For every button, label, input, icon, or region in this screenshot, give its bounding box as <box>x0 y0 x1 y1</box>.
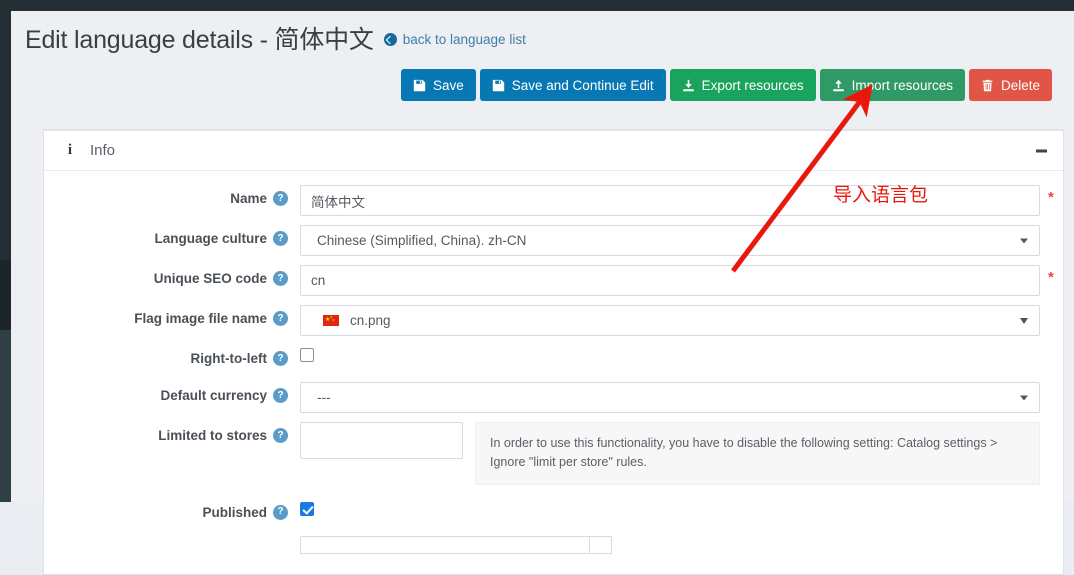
save-and-continue-edit-button-label: Save and Continue Edit <box>511 77 654 93</box>
chevron-down-icon <box>1020 238 1028 243</box>
help-icon[interactable]: ? <box>273 191 288 206</box>
help-icon[interactable]: ? <box>273 428 288 443</box>
field-label-right-to-left: Right-to-left <box>190 351 267 366</box>
info-panel-title: Info <box>90 142 116 159</box>
floppy-disk-icon <box>413 79 426 92</box>
control-cell: ★ ★ ★ cn.png <box>300 305 1070 336</box>
floppy-disk-icon <box>492 79 505 92</box>
trash-icon <box>981 79 994 92</box>
chevron-down-icon <box>1020 395 1028 400</box>
control-cell: Chinese (Simplified, China). zh-CN <box>300 225 1070 256</box>
sidebar-segment-bottom <box>0 330 11 502</box>
right-to-left-checkbox[interactable] <box>300 348 314 362</box>
partial-input-group <box>300 535 1033 554</box>
save-and-continue-edit-button[interactable]: Save and Continue Edit <box>479 69 666 101</box>
limited-to-stores-note: In order to use this functionality, you … <box>475 422 1040 485</box>
left-sidebar <box>0 11 11 502</box>
main-content: Edit language details - 简体中文 back to lan… <box>11 11 1074 575</box>
field-label-limited-to-stores: Limited to stores <box>158 428 267 443</box>
form-row-limited-to-stores: Limited to stores ? In order to use this… <box>44 422 1063 485</box>
label-cell <box>44 536 300 542</box>
flag-value-wrap: ★ ★ ★ cn.png <box>317 313 391 328</box>
info-panel: i Info Name ? 简体中文 * Language culture ? … <box>43 129 1064 575</box>
help-icon[interactable]: ? <box>273 271 288 286</box>
field-label-name: Name <box>230 191 267 206</box>
top-navbar <box>0 0 1074 11</box>
partial-input-button[interactable] <box>590 535 612 554</box>
field-label-default-currency: Default currency <box>160 388 267 403</box>
action-toolbar: Save Save and Continue Edit Export resou… <box>400 69 1052 101</box>
field-label-published: Published <box>202 504 267 520</box>
control-cell: 简体中文 * <box>300 185 1070 216</box>
info-icon: i <box>67 142 73 158</box>
limited-to-stores-wrap: In order to use this functionality, you … <box>300 422 1040 485</box>
circle-arrow-left-icon <box>383 33 397 46</box>
china-flag-icon: ★ ★ ★ <box>323 315 339 326</box>
save-button-label: Save <box>432 77 464 93</box>
label-cell: Name ? <box>44 185 300 206</box>
form-row-flag-image-file-name: Flag image file name ? ★ ★ ★ cn.png <box>44 305 1063 336</box>
minus-icon[interactable] <box>1036 149 1047 152</box>
field-label-language-culture: Language culture <box>154 231 267 246</box>
required-marker: * <box>1048 189 1054 206</box>
form-row-language-culture: Language culture ? Chinese (Simplified, … <box>44 225 1063 256</box>
page-header: Edit language details - 简体中文 back to lan… <box>22 20 1062 115</box>
download-icon <box>682 79 695 92</box>
language-details-form: Name ? 简体中文 * Language culture ? Chinese… <box>44 171 1063 574</box>
control-cell <box>300 499 1063 516</box>
field-label-flag-image-file-name: Flag image file name <box>134 311 267 326</box>
published-checkbox[interactable] <box>300 501 314 516</box>
chevron-down-icon <box>1020 317 1028 324</box>
label-cell: Right-to-left ? <box>44 345 300 366</box>
back-link-label: back to language list <box>402 32 526 47</box>
flag-image-file-name-value: cn.png <box>350 313 391 328</box>
upload-icon <box>832 79 845 92</box>
form-row-name: Name ? 简体中文 * <box>44 185 1063 216</box>
import-resources-button[interactable]: Import resources <box>819 69 965 101</box>
required-marker: * <box>1048 269 1054 286</box>
label-cell: Limited to stores ? <box>44 422 300 443</box>
form-row-partial <box>44 535 1063 564</box>
language-culture-value: Chinese (Simplified, China). zh-CN <box>317 233 527 248</box>
help-icon[interactable]: ? <box>273 311 288 326</box>
name-input[interactable]: 简体中文 <box>300 185 1040 216</box>
info-panel-header[interactable]: i Info <box>44 131 1063 171</box>
control-cell: --- <box>300 382 1070 413</box>
field-label-unique-seo-code: Unique SEO code <box>153 271 267 286</box>
export-resources-button[interactable]: Export resources <box>669 69 816 101</box>
control-cell: cn * <box>300 265 1070 296</box>
form-row-default-currency: Default currency ? --- <box>44 382 1063 413</box>
partial-text-input[interactable] <box>300 535 590 554</box>
sidebar-segment-middle <box>0 260 11 330</box>
label-cell: Language culture ? <box>44 225 300 246</box>
label-cell: Default currency ? <box>44 382 300 403</box>
label-cell: Unique SEO code ? <box>44 265 300 286</box>
import-resources-button-label: Import resources <box>851 77 953 93</box>
help-icon[interactable]: ? <box>273 388 288 403</box>
help-icon[interactable]: ? <box>273 231 288 246</box>
form-row-unique-seo-code: Unique SEO code ? cn * <box>44 265 1063 296</box>
control-cell <box>300 345 1063 362</box>
label-cell: Flag image file name ? <box>44 305 300 326</box>
language-culture-select[interactable]: Chinese (Simplified, China). zh-CN <box>300 225 1040 256</box>
back-to-language-list-link[interactable]: back to language list <box>383 32 526 47</box>
page-title: Edit language details - 简体中文 <box>25 26 374 54</box>
default-currency-select[interactable]: --- <box>300 382 1040 413</box>
flag-image-file-name-select[interactable]: ★ ★ ★ cn.png <box>300 305 1040 336</box>
default-currency-value: --- <box>317 390 331 405</box>
page-title-row: Edit language details - 简体中文 back to lan… <box>22 20 1062 56</box>
limited-to-stores-listbox[interactable] <box>300 422 463 459</box>
control-cell: In order to use this functionality, you … <box>300 422 1070 485</box>
save-button[interactable]: Save <box>400 69 476 101</box>
help-icon[interactable]: ? <box>273 351 288 366</box>
export-resources-button-label: Export resources <box>701 77 804 93</box>
delete-button-label: Delete <box>1000 77 1040 93</box>
delete-button[interactable]: Delete <box>968 69 1052 101</box>
form-row-right-to-left: Right-to-left ? <box>44 345 1063 373</box>
sidebar-segment-top <box>0 11 11 260</box>
control-cell <box>300 535 1063 554</box>
form-row-published: Published ? <box>44 499 1063 527</box>
unique-seo-code-input[interactable]: cn <box>300 265 1040 296</box>
help-icon[interactable]: ? <box>273 504 288 520</box>
